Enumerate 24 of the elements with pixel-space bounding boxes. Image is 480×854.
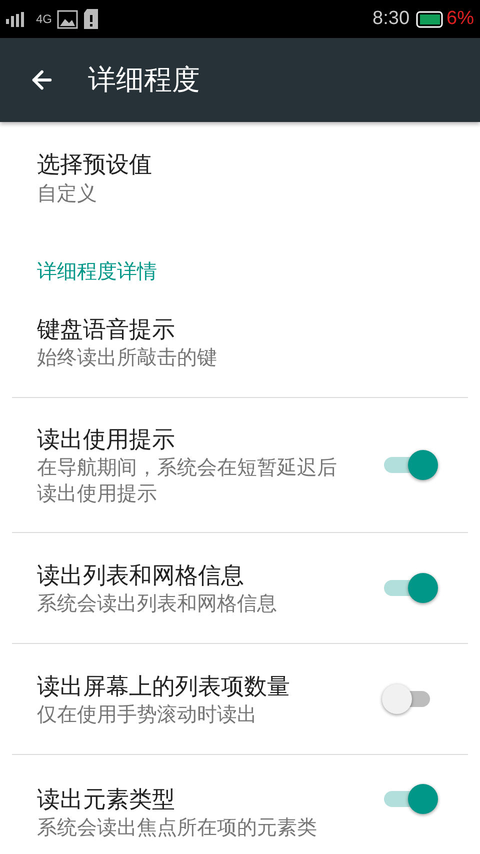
clock-time: 8:30	[372, 6, 410, 31]
image-icon	[57, 10, 78, 28]
battery-icon	[416, 10, 444, 28]
preset-setting[interactable]: 选择预设值 自定义	[0, 122, 480, 234]
screen-title: 详细程度	[88, 63, 200, 97]
setting-summary: 仅在使用手势滚动时读出	[37, 703, 258, 728]
sd-card-icon	[84, 9, 98, 29]
section-header: 详细程度详情	[37, 260, 157, 284]
setting-summary: 系统会读出焦点所在项的元素类	[37, 816, 318, 841]
toggle-switch[interactable]	[382, 783, 438, 815]
setting-summary: 自定义	[37, 182, 98, 207]
toggle-switch[interactable]	[382, 572, 438, 604]
network-type: 4G	[36, 11, 52, 28]
toggle-switch[interactable]	[382, 449, 438, 481]
setting-title: 键盘语音提示	[37, 314, 176, 344]
setting-title: 读出列表和网格信息	[37, 561, 245, 590]
setting-summary: 系统会读出列表和网格信息	[37, 592, 278, 617]
setting-summary: 在导航期间，系统会在短暂延迟后读出使用提示	[37, 456, 337, 507]
setting-title: 选择预设值	[37, 150, 153, 179]
setting-title: 读出屏幕上的列表项数量	[37, 672, 291, 701]
setting-title: 读出元素类型	[37, 785, 176, 814]
setting-title: 读出使用提示	[37, 425, 176, 454]
battery-percentage: 6%	[446, 6, 474, 31]
setting-summary: 始终读出所敲击的键	[37, 346, 218, 370]
